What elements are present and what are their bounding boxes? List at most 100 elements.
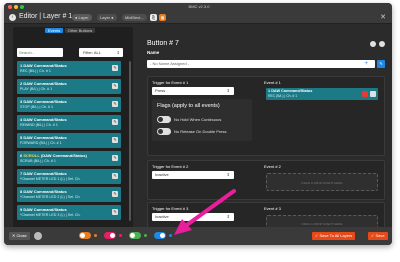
edit-icon[interactable] [370,91,376,97]
zoom-window-dot[interactable] [20,5,24,9]
toggle-knob [110,233,115,238]
green-dot [144,234,147,237]
item-sub: SCRUB (B/L) | Ch. # 1 [20,159,56,163]
tab-events[interactable]: Events [45,28,64,33]
edit-icon[interactable]: ✎ [112,137,118,143]
list-item[interactable]: 1 DAW Command/Status REC (B/L) | Ch. # 1… [17,61,121,76]
item-title: 4 DAW Command/Status [20,117,67,122]
edit-icon[interactable]: ✎ [112,119,118,125]
name-label: Name [147,50,160,55]
item-title-text: DAW Command/Status [23,207,67,212]
search-row: Filter: ALL ⇕ [17,48,129,57]
midi-pill-label: MidiSect... [125,15,144,20]
trigger-value: Inactive [155,172,169,177]
copy-icon[interactable]: ⎘ [150,14,157,21]
rotate-icon[interactable] [34,232,42,240]
tab-other-buttons[interactable]: Other Buttons [64,28,96,33]
item-title: 9 DAW Command/Status [20,207,67,212]
edit-icon[interactable]: ✎ [112,101,118,107]
toggle-pink[interactable] [104,232,116,239]
item-num: 8 [20,189,23,194]
toggle-knob [80,233,85,238]
search-input[interactable] [17,48,63,57]
edit-icon[interactable]: ✎ [112,191,118,197]
layer2-pill[interactable]: Layer ● [97,14,117,21]
item-sub: *Channel METER LED 1 (L) | Sel. Ch. [20,177,81,181]
pink-dot [119,234,122,237]
assigned-title-text: DAW Command/Status [271,89,313,93]
name-field[interactable]: - No Name Assigned - + [147,60,375,68]
edit-name-button[interactable]: ✎ [377,60,385,68]
edit-icon[interactable]: ✎ [112,65,118,71]
edit-icon[interactable]: ✎ [112,209,118,215]
save-to-all-layers-button[interactable]: ✓ Save To All Layers [312,232,356,240]
paste-icon[interactable]: ▦ [159,14,166,21]
pointer-arrow-icon [174,189,236,235]
drop-zone[interactable]: DRAG & DROP EVENT HERE [266,173,378,191]
layer-pill-label: Layer [78,15,89,20]
item-title: 8 DAW Command/Status [20,189,67,194]
assigned-sub: REC (B/L) | Ch. # 1 [268,94,298,98]
list-item[interactable]: 2 DAW Command/Status PLAY (B/L) | Ch. # … [17,79,121,94]
save-button[interactable]: ✓ Save [368,232,388,240]
item-title: 6 SCROLL (DAW Command/Status) [20,153,87,158]
item-title: 2 DAW Command/Status [20,81,67,86]
save-all-label: Save To All Layers [319,233,353,238]
list-item[interactable]: 6 SCROLL (DAW Command/Status) SCRUB (B/L… [17,151,121,166]
layer-pill[interactable]: ● Layer [72,14,92,21]
list-item[interactable]: 9 DAW Command/Status *Channel METER LED … [17,205,121,220]
editor-title: Editor | Layer # 1 [19,13,73,20]
list-scrollbar[interactable] [129,61,131,221]
trigger-select[interactable]: Inactive ⇕ [152,171,234,179]
toggle-knob [160,233,165,238]
item-title-text: DAW Command/Status [23,171,67,176]
item-badge: SCROLL [23,153,40,158]
list-item[interactable]: 7 DAW Command/Status *Channel METER LED … [17,169,121,184]
item-num: 1 [20,63,23,68]
select-caret-icon: ⇕ [116,50,120,55]
item-num: 9 [20,207,23,212]
toggle-knob [158,129,163,134]
button-title: Button # 7 [147,40,179,47]
back-icon[interactable]: ‹ [9,14,16,21]
flag-label-hold: No Hold When Continuous [174,117,222,122]
layer2-pill-label: Layer [100,15,111,20]
tab-bar: Events Other Buttons [45,28,96,34]
item-title-text: DAW Command/Status [23,81,67,86]
close-button[interactable]: ✕ Close [9,232,30,240]
close-editor-icon[interactable]: ✕ [380,13,386,21]
settings-icon[interactable] [369,41,376,47]
item-title-text: DAW Command/Status [23,189,67,194]
trigger-select[interactable]: Press ⇕ [152,87,234,95]
edit-icon[interactable]: ✎ [112,83,118,89]
toggle-green[interactable] [129,232,141,239]
select-caret-icon: ⇕ [226,88,230,93]
assigned-title: 1 DAW Command/Status [268,89,312,93]
close-window-dot[interactable] [8,5,12,9]
flag-toggle-release[interactable] [157,128,171,135]
plus-icon[interactable]: + [364,60,368,68]
item-num: 2 [20,81,23,86]
edit-icon[interactable]: ✎ [112,155,118,161]
list-item[interactable]: 8 DAW Command/Status *Channel METER LED … [17,187,121,202]
toggle-orange[interactable] [79,232,91,239]
item-sub: REWIND (B/L) | Ch. # 1 [20,123,58,127]
item-sub: STOP (B/L) | Ch. # 1 [20,105,53,109]
select-caret-icon: ⇕ [226,172,230,177]
minimize-window-dot[interactable] [14,5,18,9]
filter-select[interactable]: Filter: ALL ⇕ [79,48,123,57]
list-item[interactable]: 4 DAW Command/Status REWIND (B/L) | Ch. … [17,115,121,130]
list-item[interactable]: 3 DAW Command/Status STOP (B/L) | Ch. # … [17,97,121,112]
toggle-blue[interactable] [154,232,166,239]
flag-toggle-hold[interactable] [157,116,171,123]
edit-icon[interactable]: ✎ [112,173,118,179]
midi-pill[interactable]: MidiSect... [122,14,147,21]
item-title-text: DAW Command/Status [23,99,67,104]
close-label: Close [16,233,27,238]
assigned-event[interactable]: 1 DAW Command/Status REC (B/L) | Ch. # 1 [266,88,378,100]
name-placeholder: - No Name Assigned - [150,61,190,66]
list-item[interactable]: 5 DAW Command/Status FORWARD (B/L) | Ch.… [17,133,121,148]
trigger-label: Trigger for Event # 2 [152,164,189,169]
gear-icon[interactable] [379,41,385,47]
delete-icon[interactable] [362,91,368,97]
